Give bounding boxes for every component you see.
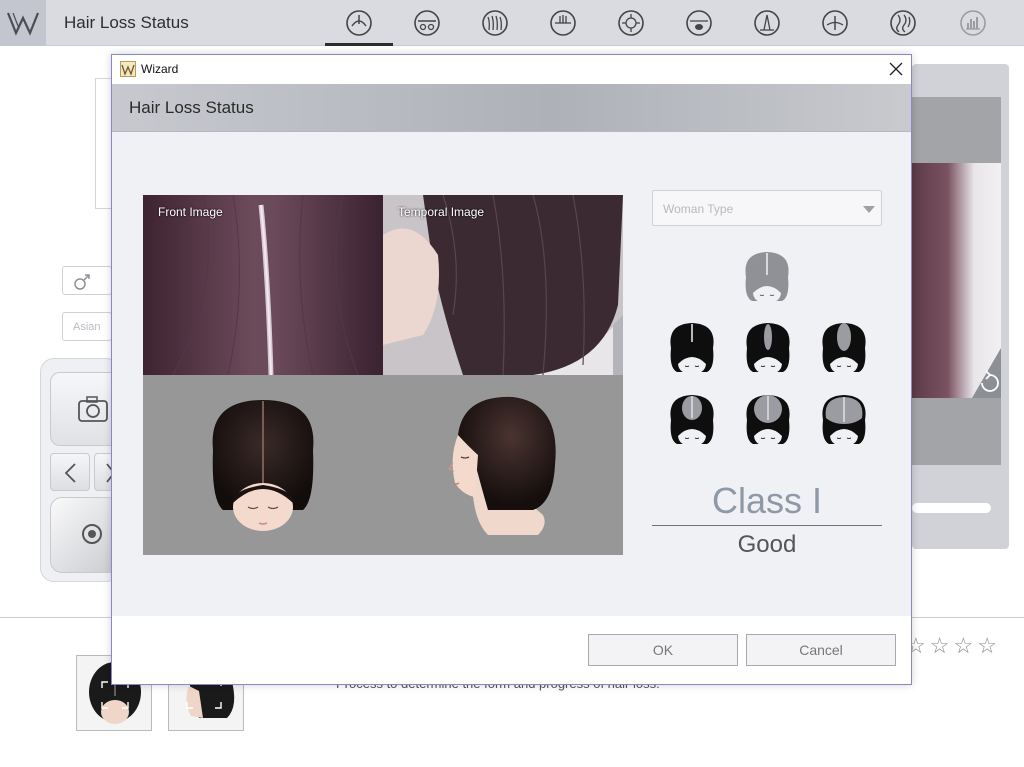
woman-type-select-text: Woman Type	[663, 202, 734, 216]
wizard-app-icon	[120, 61, 136, 77]
chevron-down-icon	[863, 206, 875, 213]
pore-icon[interactable]	[548, 8, 578, 38]
app-logo[interactable]	[0, 0, 46, 46]
gender-male-button[interactable]	[62, 266, 112, 295]
dialog-header: Hair Loss Status	[112, 84, 911, 132]
logo-icon	[6, 12, 40, 36]
hair-loss-grade-ii-2-icon[interactable]	[741, 392, 795, 448]
star-icon: ☆	[953, 633, 974, 658]
ok-button[interactable]: OK	[588, 634, 738, 666]
hair-loss-grade-i-3-icon[interactable]	[817, 320, 871, 376]
close-button[interactable]	[884, 58, 908, 80]
hair-loss-grade-i-2-icon[interactable]	[741, 320, 795, 376]
hair-loss-grade-iii-icon[interactable]	[817, 392, 871, 448]
side-head-illustration	[448, 396, 556, 535]
front-image[interactable]: Front Image	[143, 195, 383, 375]
hair-loss-icon[interactable]	[820, 8, 850, 38]
preview-image	[912, 163, 1001, 398]
hair-loss-grade-i-icon[interactable]	[740, 249, 794, 305]
hair-loss-grade-ii-1-icon[interactable]	[665, 392, 719, 448]
close-icon	[889, 62, 903, 76]
class-divider	[652, 525, 882, 526]
camera-button[interactable]	[50, 372, 120, 446]
hair-loss-grade-i-1-icon[interactable]	[665, 320, 719, 376]
dialog-footer: OK Cancel	[112, 616, 911, 684]
temporal-image[interactable]: Temporal Image	[383, 195, 623, 375]
star-icon: ☆	[977, 633, 997, 658]
star-icon: ☆	[929, 633, 950, 658]
capture-button[interactable]	[50, 497, 120, 573]
dialog-titlebar: Wizard	[112, 55, 911, 84]
dialog-header-title: Hair Loss Status	[129, 98, 254, 117]
class-status: Good	[737, 531, 797, 558]
previous-button[interactable]	[50, 453, 90, 491]
front-image-label: Front Image	[158, 205, 223, 219]
top-bar: Hair Loss Status	[0, 0, 1024, 46]
chart-icon[interactable]	[958, 8, 988, 38]
race-select[interactable]: Asian	[62, 312, 112, 341]
cancel-button[interactable]: Cancel	[746, 634, 896, 666]
dandruff-icon[interactable]	[684, 8, 714, 38]
male-icon	[74, 274, 90, 290]
chevron-left-icon	[64, 463, 76, 483]
thickness-icon[interactable]	[752, 8, 782, 38]
image-panel: Front Image Temporal Image	[143, 195, 623, 555]
progress-bar	[912, 503, 991, 513]
temporal-image-label: Temporal Image	[398, 205, 485, 219]
scalp-type-icon[interactable]	[344, 8, 374, 38]
app-title: Hair Loss Status	[64, 13, 189, 32]
scalp-condition-icon[interactable]	[412, 8, 442, 38]
damage-icon[interactable]	[888, 8, 918, 38]
dialog-title: Wizard	[141, 62, 179, 76]
rating-stars: ☆ ☆ ☆ ☆	[906, 634, 997, 658]
wizard-dialog: Wizard Hair Loss Status Front Image Temp…	[111, 54, 912, 685]
front-head-illustration	[212, 400, 314, 531]
woman-type-select[interactable]: Woman Type	[652, 190, 882, 226]
class-label: Class I	[711, 480, 823, 521]
sebum-icon[interactable]	[616, 8, 646, 38]
hair-density-icon[interactable]	[480, 8, 510, 38]
active-tab-indicator	[325, 43, 393, 46]
